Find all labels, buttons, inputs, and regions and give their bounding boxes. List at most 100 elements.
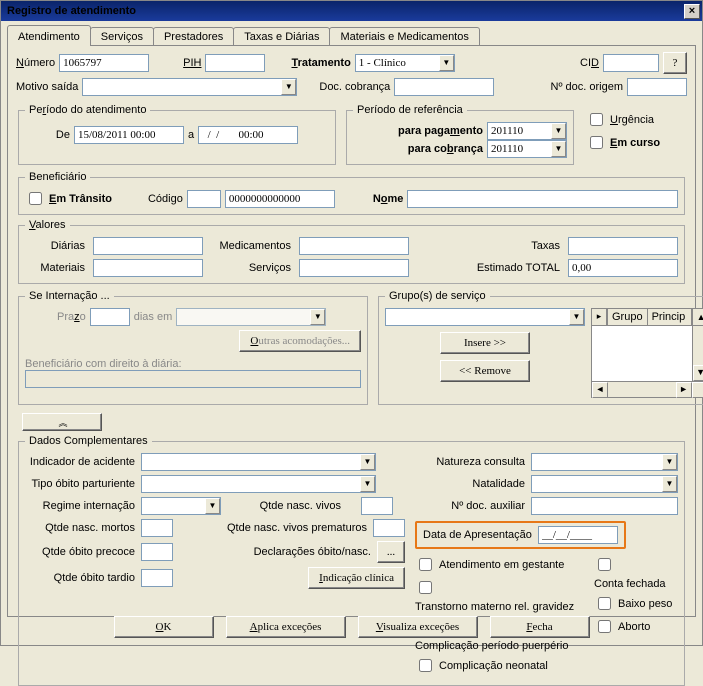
para-cobranca-label: para cobrança: [408, 143, 483, 155]
tabstrip: Atendimento Serviços Prestadores Taxas e…: [7, 27, 696, 46]
chk-gestante[interactable]: [419, 558, 432, 571]
expand-button[interactable]: ︽: [22, 413, 102, 431]
para-cobranca-select[interactable]: 201110: [487, 140, 567, 158]
grupo-select[interactable]: [385, 308, 585, 326]
tab-atendimento[interactable]: Atendimento: [7, 25, 91, 46]
beneficiario-diaria-input: [25, 370, 361, 388]
numero-input[interactable]: [59, 54, 149, 72]
scrollbar-vertical[interactable]: ▼: [692, 326, 703, 381]
pih-input[interactable]: [205, 54, 265, 72]
periodo-atend-legend: Período do atendimento: [25, 104, 150, 116]
natureza-consulta-select[interactable]: [531, 453, 678, 471]
prazo-label: Prazo: [57, 311, 86, 323]
pih-label: PIH: [183, 57, 201, 69]
tab-taxas-diarias[interactable]: Taxas e Diárias: [233, 27, 330, 46]
data-apresentacao-input[interactable]: [538, 526, 618, 544]
chevron-left-icon[interactable]: ◄: [592, 382, 608, 398]
chevron-up-icon[interactable]: ▲: [692, 309, 703, 325]
servicos-label: Serviços: [211, 262, 291, 274]
em-curso-checkbox[interactable]: [590, 136, 603, 149]
ndoc-auxiliar-input[interactable]: [531, 497, 678, 515]
grid-body[interactable]: ▼: [591, 326, 703, 382]
internacao-legend: Se Internação ...: [25, 290, 114, 302]
medicamentos-input[interactable]: [299, 237, 409, 255]
dias-em-label: dias em: [134, 311, 173, 323]
qtde-obito-precoce-input[interactable]: [141, 543, 173, 561]
em-curso-label: Em curso: [610, 137, 660, 149]
periodo-a-input[interactable]: [198, 126, 298, 144]
chevron-right-icon[interactable]: ►: [676, 382, 692, 398]
chk-conta-fechada[interactable]: [598, 558, 611, 571]
numero-label: Número: [16, 57, 55, 69]
close-icon[interactable]: ×: [684, 4, 700, 19]
motivo-saida-label: Motivo saída: [16, 81, 78, 93]
grupos-legend: Grupo(s) de serviço: [385, 290, 490, 302]
para-pagamento-label: para pagamento: [398, 125, 483, 137]
em-transito-label: Em Trânsito: [49, 193, 112, 205]
para-pagamento-select[interactable]: 201110: [487, 122, 567, 140]
titlebar: Registro de atendimento ×: [1, 1, 702, 21]
qtde-nasc-mortos-input[interactable]: [141, 519, 173, 537]
insere-button[interactable]: Insere >>: [440, 332, 530, 354]
servicos-input[interactable]: [299, 259, 409, 277]
urgencia-checkbox[interactable]: [590, 113, 603, 126]
codigo2-input[interactable]: [225, 190, 335, 208]
chk-gestante-label: Atendimento em gestante: [439, 559, 564, 571]
indicador-acidente-label: Indicador de acidente: [25, 456, 135, 468]
chk-neonatal[interactable]: [419, 659, 432, 672]
qtde-nasc-vivos-prematuros-label: Qtde nasc. vivos prematuros: [179, 522, 367, 534]
window-title: Registro de atendimento: [7, 5, 136, 17]
beneficiario-legend: Beneficiário: [25, 171, 90, 183]
tab-servicos[interactable]: Serviços: [90, 27, 154, 46]
indicador-acidente-select[interactable]: [141, 453, 376, 471]
aplica-excecoes-button[interactable]: Aplica exceções: [226, 616, 346, 638]
chk-puerperio-label: Complicação período puerpério: [415, 640, 568, 652]
chk-neonatal-label: Complicação neonatal: [439, 660, 548, 672]
doc-cobranca-input[interactable]: [394, 78, 494, 96]
declaracoes-label: Declarações óbito/nasc.: [179, 546, 371, 558]
em-transito-checkbox[interactable]: [29, 192, 42, 205]
chk-baixo-peso[interactable]: [598, 597, 611, 610]
tab-materiais-medicamentos[interactable]: Materiais e Medicamentos: [329, 27, 479, 46]
nome-input[interactable]: [407, 190, 678, 208]
a-label: a: [188, 129, 194, 141]
doc-cobranca-label: Doc. cobrança: [319, 81, 390, 93]
materiais-input[interactable]: [93, 259, 203, 277]
qtde-nasc-vivos-prematuros-input[interactable]: [373, 519, 405, 537]
nome-label: Nome: [373, 193, 404, 205]
chk-conta-fechada-label: Conta fechada: [594, 578, 666, 590]
estimado-total-input[interactable]: [568, 259, 678, 277]
qtde-nasc-mortos-label: Qtde nasc. mortos: [25, 522, 135, 534]
taxas-input[interactable]: [568, 237, 678, 255]
data-apresentacao-highlight: Data de Apresentação: [415, 521, 626, 549]
qtde-nasc-vivos-input[interactable]: [361, 497, 393, 515]
tab-prestadores[interactable]: Prestadores: [153, 27, 234, 46]
indicacao-clinica-button[interactable]: Indicação clínica: [308, 567, 405, 589]
codigo1-input[interactable]: [187, 190, 221, 208]
qtde-obito-tardio-input[interactable]: [141, 569, 173, 587]
chk-transtorno[interactable]: [419, 581, 432, 594]
ndoc-origem-input[interactable]: [627, 78, 687, 96]
visualiza-excecoes-button[interactable]: Visualiza exceções: [358, 616, 478, 638]
tratamento-select[interactable]: 1 - Clínico: [355, 54, 455, 72]
periodo-de-input[interactable]: [74, 126, 184, 144]
qtde-obito-tardio-label: Qtde óbito tardio: [25, 572, 135, 584]
tipo-obito-select[interactable]: [141, 475, 376, 493]
cid-help-button[interactable]: ?: [663, 52, 687, 74]
chevron-down-icon[interactable]: ▼: [693, 365, 703, 381]
grid-col-grupo[interactable]: Grupo: [608, 309, 648, 325]
scrollbar-horizontal[interactable]: ◄ ►: [591, 382, 703, 398]
ok-button[interactable]: OK: [114, 616, 214, 638]
fecha-button[interactable]: Fecha: [490, 616, 590, 638]
diarias-input[interactable]: [93, 237, 203, 255]
regime-internacao-select[interactable]: [141, 497, 221, 515]
remove-button[interactable]: << Remove: [440, 360, 530, 382]
grid-col-princip[interactable]: Princip: [648, 309, 692, 325]
ndoc-auxiliar-label: Nº doc. auxiliar: [415, 500, 525, 512]
periodo-ref-legend: Período de referência: [353, 104, 467, 116]
declaracoes-button[interactable]: ...: [377, 541, 405, 563]
valores-legend: Valores: [25, 219, 70, 231]
motivo-saida-select[interactable]: [82, 78, 297, 96]
cid-input[interactable]: [603, 54, 659, 72]
natalidade-select[interactable]: [531, 475, 678, 493]
